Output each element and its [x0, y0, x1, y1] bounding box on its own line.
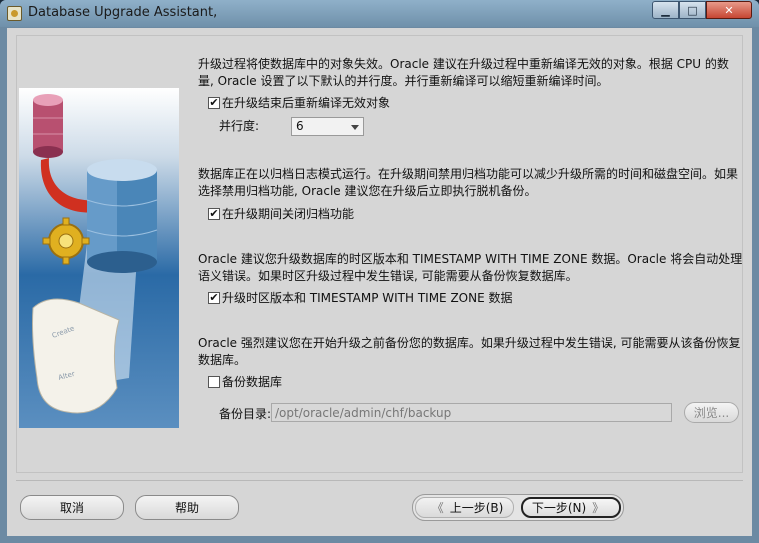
backup-description: Oracle 强烈建议您在开始升级之前备份您的数据库。如果升级过程中发生错误, … — [198, 336, 741, 367]
recompile-checkbox-label: 在升级结束后重新编译无效对象 — [222, 96, 391, 110]
target-database-icon — [86, 159, 158, 273]
archive-checkbox-box[interactable]: ✔ — [208, 207, 220, 220]
wizard-nav-group: 《 上一步(B) 下一步(N) 》 — [412, 494, 624, 521]
browse-button[interactable]: 浏览... — [684, 402, 739, 423]
cancel-button[interactable]: 取消 — [20, 495, 124, 520]
backup-checkbox-label: 备份数据库 — [222, 375, 283, 389]
recompile-description: 升级过程将使数据库中的对象失效。Oracle 建议在升级过程中重新编译无效的对象… — [198, 57, 729, 88]
chevron-left-icon: 《 — [431, 501, 444, 515]
chevron-right-icon: 》 — [592, 501, 605, 515]
parallel-select-value: 6 — [296, 119, 304, 133]
backup-dir-label: 备份目录: — [219, 407, 272, 421]
timezone-checkbox-label: 升级时区版本和 TIMESTAMP WITH TIME ZONE 数据 — [222, 291, 513, 305]
footer-divider — [16, 480, 743, 481]
maximize-icon: □ — [687, 3, 698, 17]
dialog-client-area: Create Alter 升级过程将使数据库中的对象失效。Oracle 建议在升… — [7, 28, 752, 536]
timezone-checkbox[interactable]: ✔ 升级时区版本和 TIMESTAMP WITH TIME ZONE 数据 — [208, 289, 512, 306]
dbua-window: Database Upgrade Assistant, ▁ □ ✕ Create… — [0, 0, 759, 543]
backup-dir-input[interactable] — [271, 403, 672, 422]
close-icon: ✕ — [724, 3, 734, 17]
backup-checkbox-box[interactable] — [208, 375, 220, 388]
next-button-label: 下一步(N) — [531, 501, 587, 515]
back-button[interactable]: 《 上一步(B) — [415, 497, 514, 518]
gear-icon — [42, 217, 90, 265]
minimize-icon: ▁ — [661, 3, 670, 17]
timezone-description: Oracle 建议您升级数据库的时区版本和 TIMESTAMP WITH TIM… — [198, 252, 743, 283]
recompile-checkbox-box[interactable]: ✔ — [208, 96, 220, 109]
parallel-label: 并行度: — [219, 119, 260, 133]
app-icon — [7, 6, 22, 21]
archive-checkbox-label: 在升级期间关闭归档功能 — [222, 207, 355, 221]
minimize-button[interactable]: ▁ — [652, 1, 679, 19]
window-title: Database Upgrade Assistant, — [28, 5, 218, 20]
help-button[interactable]: 帮助 — [135, 495, 239, 520]
script-scroll-icon: Create Alter — [32, 298, 120, 414]
archive-description: 数据库正在以归档日志模式运行。在升级期间禁用归档功能可以减少升级所需的时间和磁盘… — [198, 167, 739, 198]
title-bar[interactable]: Database Upgrade Assistant, ▁ □ ✕ — [0, 0, 759, 27]
upgrade-illustration: Create Alter — [19, 88, 179, 428]
archive-checkbox[interactable]: ✔ 在升级期间关闭归档功能 — [208, 205, 354, 222]
back-button-label: 上一步(B) — [449, 501, 504, 515]
illustration-svg: Create Alter — [32, 94, 158, 414]
close-button[interactable]: ✕ — [706, 1, 752, 19]
maximize-button[interactable]: □ — [679, 1, 706, 19]
source-database-icon — [33, 94, 63, 158]
parallel-select[interactable]: 6 — [291, 117, 364, 136]
recompile-checkbox[interactable]: ✔ 在升级结束后重新编译无效对象 — [208, 94, 390, 111]
backup-checkbox[interactable]: 备份数据库 — [208, 373, 282, 390]
timezone-checkbox-box[interactable]: ✔ — [208, 291, 220, 304]
next-button[interactable]: 下一步(N) 》 — [521, 497, 621, 518]
chevron-down-icon — [351, 125, 359, 130]
